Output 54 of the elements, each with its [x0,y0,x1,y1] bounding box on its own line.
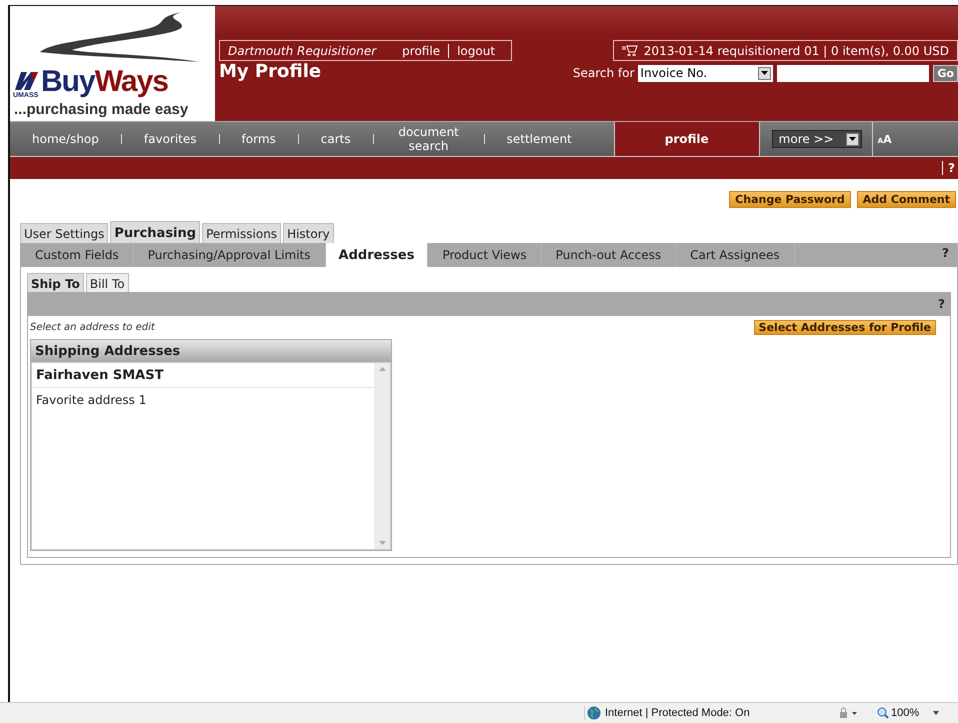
cart-text: 2013-01-14 requisitionerd 01 | 0 item(s), 0.00 USD [644,44,949,58]
tab[interactable]: History [283,223,334,243]
more-select[interactable]: more >> [772,130,862,148]
subtab[interactable]: Punch-out Access [542,243,676,267]
search-label: Search for [572,66,634,80]
scroll-down-icon[interactable] [378,541,386,545]
action-button[interactable]: Change Password [729,191,851,208]
go-button[interactable]: Go [933,64,958,82]
umass-flag-icon [13,70,39,92]
security-zone-text: Internet | Protected Mode: On [605,707,750,719]
list-header: Shipping Addresses [31,340,391,362]
cart-icon [622,45,638,56]
lock-icon[interactable] [837,707,859,719]
subtab[interactable]: Cart Assignees [676,243,795,267]
address-tab[interactable]: Ship To [27,273,84,292]
nav-item[interactable]: home/shop [10,122,121,156]
caret-icon [848,137,856,141]
page-title: My Profile [219,61,322,82]
nav-item[interactable]: settlement [484,122,594,156]
address-tab[interactable]: Bill To [86,273,129,292]
caret-icon [761,71,768,75]
caret-icon [933,711,940,715]
nav-item[interactable]: document search [374,122,484,156]
cart-summary[interactable]: 2013-01-14 requisitionerd 01 | 0 item(s), 0.00 USD [612,40,958,61]
globe-icon [587,706,601,720]
hint-text: Select an address to edit [30,322,155,333]
address-row[interactable]: Fairhaven SMAST [32,363,374,388]
header-link[interactable]: profile [394,44,450,58]
search-field[interactable] [777,64,930,82]
action-button[interactable]: Add Comment [856,191,956,208]
help-link[interactable]: ? [942,161,958,175]
tab[interactable]: Permissions [202,223,282,243]
scrollbar[interactable] [374,363,390,549]
zoom-icon [877,707,889,719]
header-link[interactable]: logout [449,44,504,58]
help-link[interactable]: ? [942,243,957,267]
nav-item[interactable]: forms [220,122,298,156]
select-addresses-button[interactable]: Select Addresses for Profile [754,320,936,335]
subtab[interactable]: Product Views [428,243,542,267]
search-type-select[interactable]: Invoice No. [638,64,774,82]
subtab[interactable]: Addresses [326,243,428,267]
user-role: Dartmouth Requisitioner [228,44,376,58]
subtab[interactable]: Custom Fields [21,243,134,267]
zoom-control[interactable]: 100% [877,707,940,719]
nav-item[interactable]: carts [298,122,373,156]
logo-tagline: ...purchasing made easy [14,101,188,118]
tab[interactable]: User Settings [20,223,108,243]
nav-item[interactable]: favorites [122,122,219,156]
scroll-up-icon[interactable] [378,367,386,371]
help-link[interactable]: ? [938,297,945,311]
address-row[interactable]: Favorite address 1 [32,388,374,411]
nav-item[interactable]: profile [614,122,760,156]
brand-logo: BuyWays [41,65,168,99]
tab[interactable]: Purchasing [110,221,200,243]
